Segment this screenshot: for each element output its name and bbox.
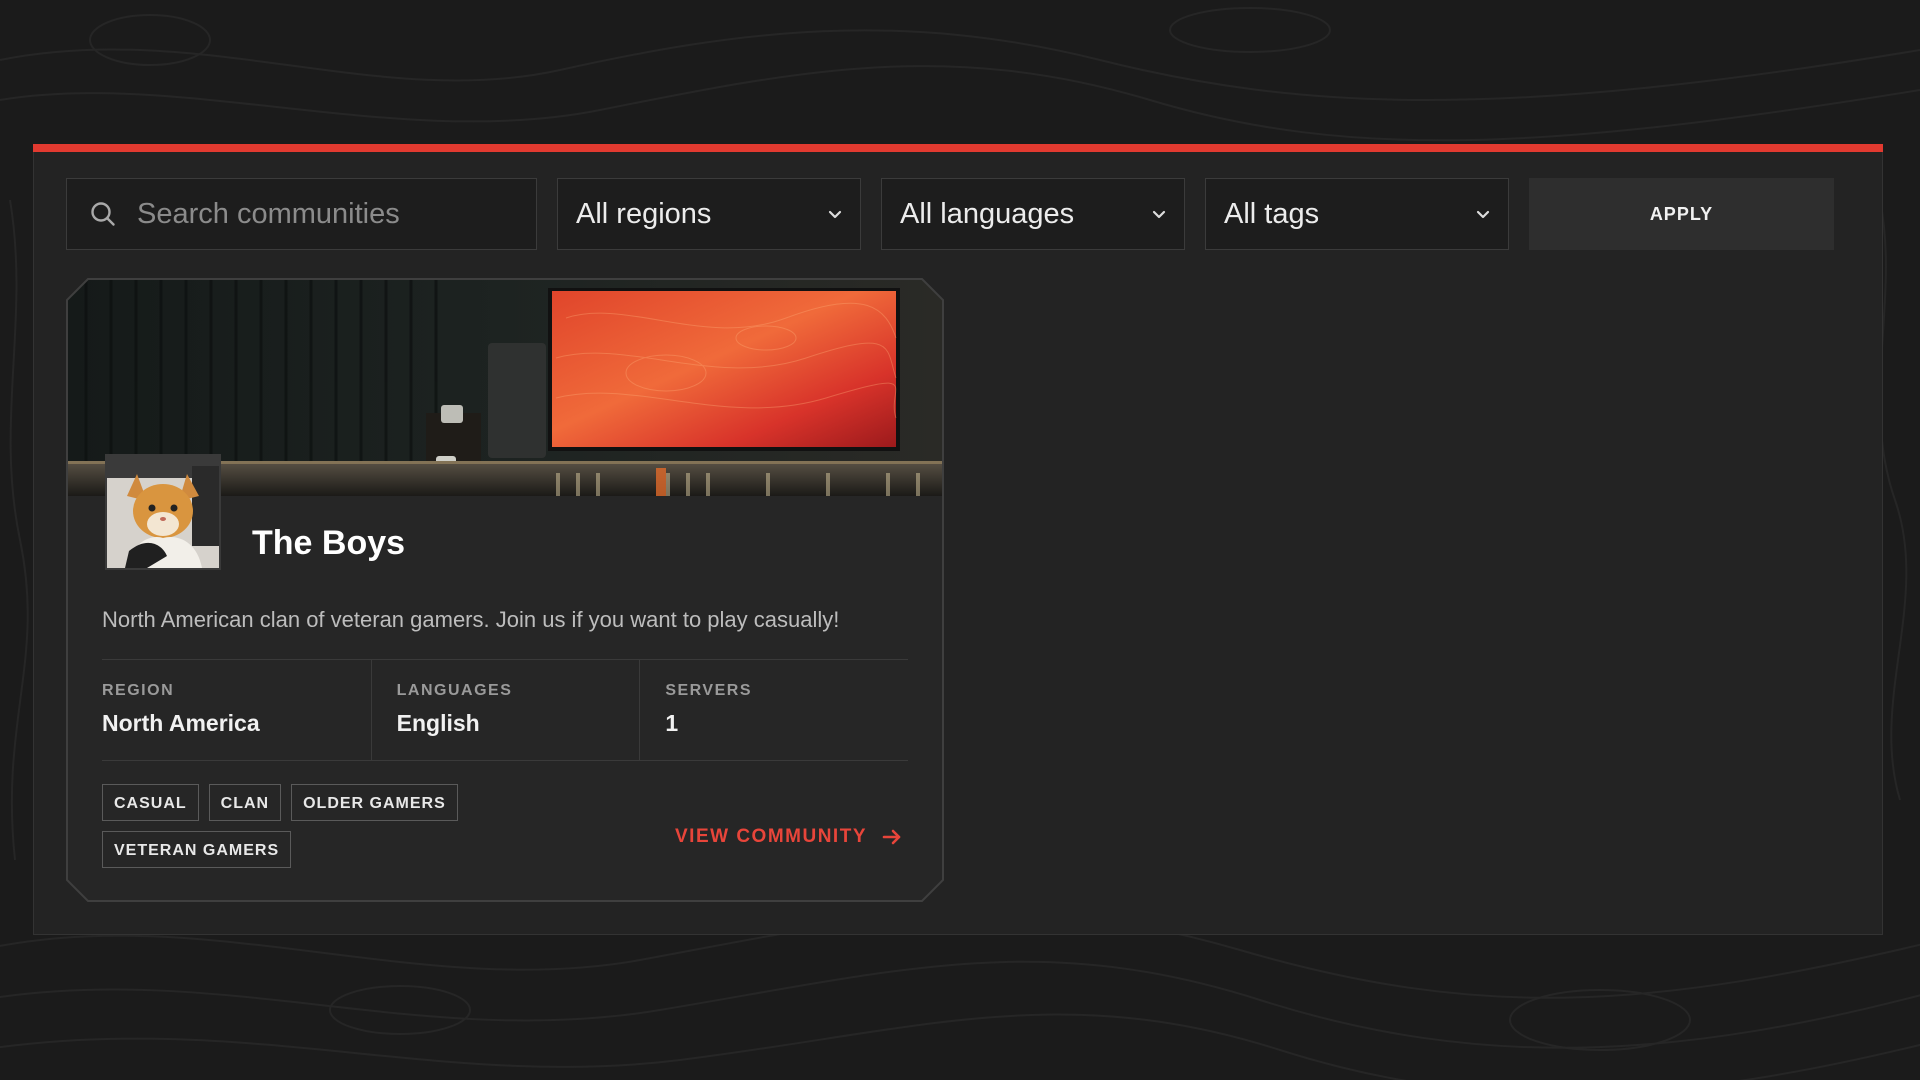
search-input[interactable] bbox=[135, 196, 519, 232]
tags-select[interactable]: All tags bbox=[1205, 178, 1509, 250]
tag-clan[interactable]: CLAN bbox=[209, 784, 281, 821]
chevron-down-icon bbox=[1474, 205, 1492, 223]
region-select-value: All regions bbox=[576, 197, 712, 230]
language-select-value: All languages bbox=[900, 197, 1075, 230]
tag-veteran-gamers[interactable]: VETERAN GAMERS bbox=[102, 831, 291, 868]
stat-label: REGION bbox=[102, 682, 175, 699]
stat-value: 1 bbox=[665, 710, 679, 736]
stat-label: SERVERS bbox=[665, 682, 752, 699]
search-icon bbox=[89, 200, 117, 228]
chevron-down-icon bbox=[1150, 205, 1168, 223]
community-stats: REGION North America LANGUAGES English S… bbox=[102, 659, 908, 761]
search-box[interactable] bbox=[66, 178, 537, 250]
chevron-down-icon bbox=[826, 205, 844, 223]
tag-casual[interactable]: CASUAL bbox=[102, 784, 199, 821]
arrow-right-icon bbox=[881, 826, 903, 848]
stat-value: English bbox=[396, 710, 480, 736]
tags-select-value: All tags bbox=[1224, 197, 1320, 230]
stat-label: LANGUAGES bbox=[396, 682, 513, 699]
stat-servers: SERVERS 1 bbox=[639, 660, 908, 760]
filter-bar: All regions All languages All tags APPLY bbox=[66, 178, 1834, 250]
community-card[interactable]: The Boys North American clan of veteran … bbox=[66, 278, 944, 902]
region-select[interactable]: All regions bbox=[557, 178, 861, 250]
community-description: North American clan of veteran gamers. J… bbox=[102, 607, 840, 632]
communities-panel: All regions All languages All tags APPLY bbox=[33, 144, 1883, 935]
community-avatar bbox=[105, 454, 221, 570]
community-name[interactable]: The Boys bbox=[252, 524, 405, 563]
tag-older-gamers[interactable]: OLDER GAMERS bbox=[291, 784, 458, 821]
language-select[interactable]: All languages bbox=[881, 178, 1185, 250]
view-community-label: VIEW COMMUNITY bbox=[675, 826, 867, 847]
stat-region: REGION North America bbox=[102, 660, 371, 760]
panel-accent-bar bbox=[33, 144, 1883, 152]
stat-languages: LANGUAGES English bbox=[371, 660, 640, 760]
stat-value: North America bbox=[102, 710, 260, 736]
community-tags: CASUAL CLAN OLDER GAMERS VETERAN GAMERS bbox=[102, 784, 522, 868]
apply-button[interactable]: APPLY bbox=[1529, 178, 1834, 250]
view-community-link[interactable]: VIEW COMMUNITY bbox=[675, 826, 903, 848]
